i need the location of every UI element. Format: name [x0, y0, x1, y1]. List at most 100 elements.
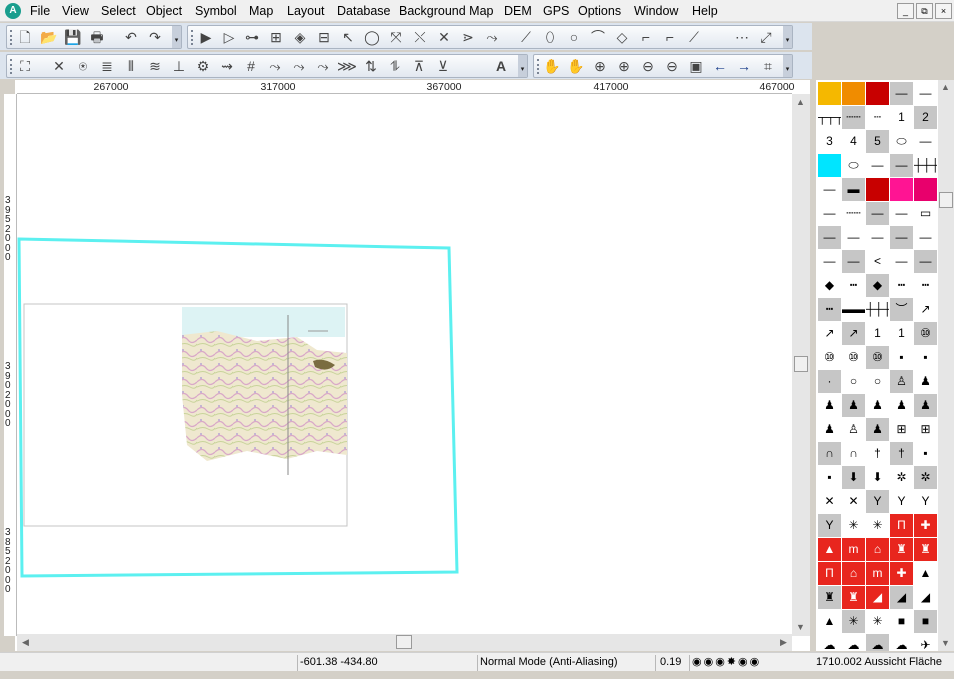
object-tool-10-icon[interactable]: ⤳: [289, 57, 309, 76]
symbol-cell[interactable]: †: [866, 442, 889, 465]
toolbar-grip[interactable]: [537, 59, 540, 74]
symbol-cell[interactable]: ◆: [818, 274, 841, 297]
symbol-cell[interactable]: ▮: [818, 154, 841, 177]
symbol-cell[interactable]: Y: [866, 490, 889, 513]
symbol-cell[interactable]: ⑩: [866, 346, 889, 369]
symbol-cell[interactable]: m: [866, 562, 889, 585]
cut-icon[interactable]: ✕: [434, 28, 454, 47]
menu-select[interactable]: Select: [101, 4, 136, 18]
symbol-cell[interactable]: ┄: [866, 106, 889, 129]
symbol-cell[interactable]: Y: [914, 490, 937, 513]
back-arrow-icon[interactable]: ←: [710, 57, 730, 76]
draw-arc-icon[interactable]: ⌒: [588, 28, 608, 47]
scroll-down-icon[interactable]: ▼: [938, 636, 953, 651]
symbol-cell[interactable]: ☁: [842, 634, 865, 651]
scroll-up-icon[interactable]: ▲: [938, 80, 953, 95]
object-tool-9-icon[interactable]: ⤳: [265, 57, 285, 76]
symbol-cell[interactable]: 2: [914, 106, 937, 129]
object-tool-4-icon[interactable]: ≋: [145, 57, 165, 76]
symbol-cell[interactable]: —: [842, 226, 865, 249]
symbol-cell[interactable]: ·: [818, 370, 841, 393]
toolbar-options-chevron-icon[interactable]: ▾: [783, 55, 792, 77]
symbol-cell[interactable]: ♟: [890, 394, 913, 417]
map-canvas[interactable]: [17, 95, 792, 636]
symbol-cell[interactable]: Y: [890, 490, 913, 513]
draw-circle-icon[interactable]: ○: [564, 28, 584, 47]
symbol-cell[interactable]: ♙: [842, 418, 865, 441]
symbol-cell[interactable]: ✲: [914, 466, 937, 489]
symbol-cell[interactable]: ⬭: [890, 130, 913, 153]
symbol-cell[interactable]: ✕: [842, 490, 865, 513]
symbol-cell[interactable]: ♜: [842, 586, 865, 609]
menu-layout[interactable]: Layout: [287, 4, 325, 18]
menu-gps[interactable]: GPS: [543, 4, 569, 18]
symbol-cell[interactable]: ■: [890, 610, 913, 633]
symbol-cell[interactable]: Π: [818, 562, 841, 585]
symbol-cell[interactable]: 3: [818, 130, 841, 153]
vertical-scrollbar[interactable]: ▲ ▼: [792, 94, 810, 636]
symbol-cell[interactable]: —: [818, 202, 841, 225]
symbol-cell[interactable]: ⊞: [890, 418, 913, 441]
symbol-cell[interactable]: ┅: [890, 274, 913, 297]
open-folder-icon[interactable]: 📂: [39, 28, 59, 47]
symbol-cell[interactable]: ✳: [842, 514, 865, 537]
symbol-cell[interactable]: —: [890, 226, 913, 249]
symbol-cell[interactable]: Y: [818, 514, 841, 537]
symbol-cell[interactable]: —: [866, 154, 889, 177]
zoom-out-window-icon[interactable]: ⊖: [662, 57, 682, 76]
scroll-up-icon[interactable]: ▲: [793, 95, 808, 110]
symbol-cell[interactable]: ▲: [818, 538, 841, 561]
symbol-cell[interactable]: ┬┬┬┬: [818, 106, 841, 129]
symbol-cell[interactable]: ◢: [890, 586, 913, 609]
find-icon[interactable]: ⛶: [15, 57, 35, 76]
edit-tool-6-icon[interactable]: ⋗: [458, 28, 478, 47]
scroll-down-icon[interactable]: ▼: [793, 620, 808, 635]
symbol-cell[interactable]: —: [914, 82, 937, 105]
symbol-cell[interactable]: ♟: [866, 394, 889, 417]
edit-tool-5-icon[interactable]: ↖: [338, 28, 358, 47]
symbol-cell[interactable]: ┄┄: [842, 202, 865, 225]
symbol-cell[interactable]: —: [818, 178, 841, 201]
symbol-cell[interactable]: ▪: [818, 466, 841, 489]
menu-window[interactable]: Window: [634, 4, 678, 18]
symbol-cell[interactable]: —: [890, 154, 913, 177]
symbol-cell[interactable]: ⑩: [818, 346, 841, 369]
symbol-cell[interactable]: ○: [842, 370, 865, 393]
object-tool-2-icon[interactable]: ≣: [97, 57, 117, 76]
symbol-cell[interactable]: <: [866, 250, 889, 273]
object-tool-12-icon[interactable]: ⋙: [337, 57, 357, 76]
symbol-cell[interactable]: ♟: [866, 418, 889, 441]
symbol-cell[interactable]: ♙: [890, 370, 913, 393]
symbol-cell[interactable]: 1: [866, 322, 889, 345]
cut-area-icon[interactable]: ⤬: [410, 28, 430, 47]
symbol-cell[interactable]: ⌂: [866, 538, 889, 561]
select-arrow-icon[interactable]: ▶: [196, 28, 216, 47]
symbol-cell[interactable]: ︶: [890, 298, 913, 321]
symbol-cell[interactable]: ○: [866, 370, 889, 393]
close-button[interactable]: ×: [935, 3, 952, 19]
object-tool-13-icon[interactable]: ⇅: [361, 57, 381, 76]
symbol-cell[interactable]: ⬇: [842, 466, 865, 489]
symbol-cell[interactable]: m: [842, 538, 865, 561]
symbol-cell[interactable]: ✳: [866, 610, 889, 633]
toolbar-grip[interactable]: [10, 30, 13, 45]
menu-database[interactable]: Database: [337, 4, 391, 18]
symbol-cell[interactable]: ▪: [890, 346, 913, 369]
object-tool-3-icon[interactable]: ⦀: [121, 57, 141, 76]
edit-tool-7-icon[interactable]: ⤳: [482, 28, 502, 47]
symbol-cell[interactable]: ■: [914, 610, 937, 633]
menu-options[interactable]: Options: [578, 4, 621, 18]
symbol-cell[interactable]: ∩: [818, 442, 841, 465]
print-icon[interactable]: 🖶: [87, 28, 107, 47]
symbol-cell[interactable]: ◢: [866, 586, 889, 609]
symbol-cell[interactable]: —: [818, 250, 841, 273]
toolbar-grip[interactable]: [191, 30, 194, 45]
vertical-scroll-thumb[interactable]: [794, 356, 808, 372]
symbol-cell[interactable]: —: [890, 82, 913, 105]
object-tool-5-icon[interactable]: ⊥: [169, 57, 189, 76]
symbol-cell[interactable]: ⑩: [914, 322, 937, 345]
scroll-left-icon[interactable]: ◀: [18, 635, 33, 650]
symbol-cell[interactable]: ▲: [914, 562, 937, 585]
menu-file[interactable]: File: [30, 4, 50, 18]
symbol-cell[interactable]: ✕: [818, 490, 841, 513]
